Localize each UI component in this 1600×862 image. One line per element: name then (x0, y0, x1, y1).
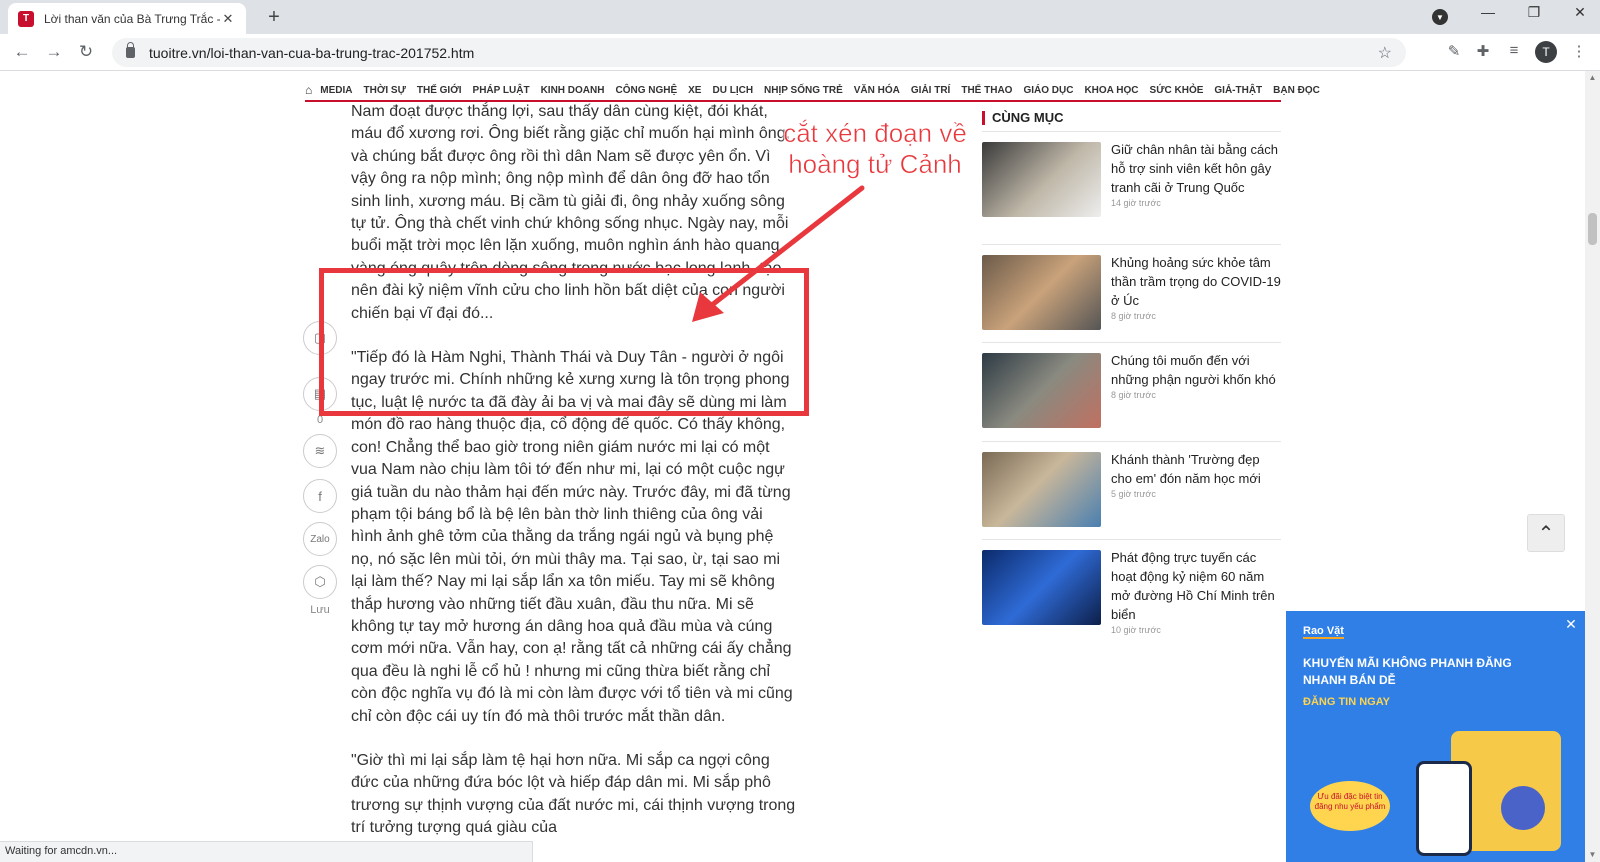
scroll-down-arrow-icon[interactable]: ▼ (1585, 848, 1600, 862)
nav-gia-that[interactable]: GIẢ-THẬT (1214, 85, 1262, 96)
related-article[interactable]: Phát động trực tuyến các hoạt động kỷ ni… (982, 539, 1281, 649)
nav-ban-doc[interactable]: BẠN ĐỌC (1273, 85, 1320, 96)
save-box-icon[interactable]: ⬡ (303, 565, 337, 599)
zalo-share-button[interactable]: Zalo (303, 522, 337, 556)
nav-suc-khoe[interactable]: SỨC KHỎE (1150, 85, 1204, 96)
ad-cta[interactable]: ĐĂNG TIN NGAY (1303, 696, 1390, 708)
nav-xe[interactable]: XE (688, 85, 701, 96)
annotation-caption: cắt xén đoạn về hoàng tử Cảnh (783, 118, 967, 180)
ad-person-icon (1501, 786, 1545, 830)
reload-icon[interactable]: ↻ (74, 40, 98, 64)
related-article[interactable]: Chúng tôi muốn đến với những phận người … (982, 342, 1281, 441)
related-article[interactable]: Khủng hoảng sức khỏe tâm thần trầm trọng… (982, 244, 1281, 342)
nav-the-gioi[interactable]: THẾ GIỚI (417, 85, 462, 96)
related-time: 8 giờ trước (1111, 311, 1156, 321)
scroll-up-arrow-icon[interactable]: ▲ (1585, 71, 1600, 85)
browser-menu-kebab-icon[interactable]: ⋮ (1568, 42, 1590, 60)
related-title[interactable]: Phát động trực tuyến các hoạt động kỷ ni… (1111, 548, 1281, 624)
related-title[interactable]: Khánh thành 'Trường đẹp cho em' đón năm … (1111, 450, 1281, 488)
reading-list-icon[interactable]: ≡ (1503, 42, 1525, 59)
related-title[interactable]: Khủng hoảng sức khỏe tâm thần trầm trọng… (1111, 253, 1281, 310)
related-thumbnail[interactable] (982, 452, 1101, 527)
related-time: 5 giờ trước (1111, 489, 1156, 499)
nav-media[interactable]: MEDIA (320, 85, 352, 96)
nav-the-thao[interactable]: THỂ THAO (961, 85, 1012, 96)
related-time: 8 giờ trước (1111, 390, 1156, 400)
tab-close-icon[interactable]: ✕ (220, 11, 236, 27)
tuoitre-favicon-icon: T (18, 10, 34, 27)
profile-menu-icon[interactable]: ▼ (1432, 9, 1448, 25)
ad-logo: Rao Vặt (1303, 625, 1344, 639)
nav-kinh-doanh[interactable]: KINH DOANH (541, 85, 605, 96)
related-thumbnail[interactable] (982, 550, 1101, 625)
related-title[interactable]: Giữ chân nhân tài bằng cách hỗ trợ sinh … (1111, 140, 1281, 197)
close-window-icon[interactable]: ✕ (1565, 4, 1595, 21)
related-section-heading: CÙNG MỤC (982, 111, 1064, 125)
nav-du-lich[interactable]: DU LỊCH (712, 85, 753, 96)
page-scrollbar[interactable]: ▲ ▼ (1585, 71, 1600, 862)
forward-arrow-icon[interactable]: → (42, 40, 66, 64)
url-text[interactable]: tuoitre.vn/loi-than-van-cua-ba-trung-tra… (149, 45, 1378, 61)
article-body: Nam đoạt được thắng lợi, sau thấy dân cù… (351, 101, 797, 862)
back-arrow-icon[interactable]: ← (10, 40, 34, 64)
ad-phone-icon (1416, 761, 1472, 856)
browser-tab-strip: T Lời than văn của Bà Trưng Trắc - ✕ + ▼… (0, 0, 1600, 34)
annotation-highlight-box (319, 268, 809, 416)
related-title[interactable]: Chúng tôi muốn đến với những phận người … (1111, 351, 1281, 389)
extension-pen-icon[interactable]: ✎ (1443, 42, 1465, 60)
layers-share-icon[interactable]: ≋ (303, 434, 337, 468)
site-category-nav: ⌂ MEDIA THỜI SỰ THẾ GIỚI PHÁP LUẬT KINH … (305, 80, 1320, 102)
nav-nhip-song-tre[interactable]: NHỊP SỐNG TRẺ (764, 85, 843, 96)
nav-giao-duc[interactable]: GIÁO DỤC (1023, 85, 1073, 96)
lock-icon[interactable] (126, 42, 135, 58)
bookmark-star-icon[interactable]: ☆ (1378, 43, 1392, 63)
related-articles-list: Giữ chân nhân tài bằng cách hỗ trợ sinh … (982, 131, 1281, 649)
related-article[interactable]: Khánh thành 'Trường đẹp cho em' đón năm … (982, 441, 1281, 539)
related-thumbnail[interactable] (982, 353, 1101, 428)
restore-window-icon[interactable]: ❐ (1519, 4, 1549, 21)
profile-avatar[interactable]: T (1535, 41, 1557, 63)
scroll-thumb[interactable] (1588, 213, 1597, 245)
home-icon[interactable]: ⌂ (305, 83, 312, 97)
nav-giai-tri[interactable]: GIẢI TRÍ (911, 85, 950, 96)
related-time: 14 giờ trước (1111, 198, 1161, 208)
browser-status-bar: Waiting for amcdn.vn... (0, 841, 533, 862)
save-label: Lưu (310, 604, 330, 616)
nav-thoi-su[interactable]: THỜI SỰ (363, 85, 405, 96)
nav-phap-luat[interactable]: PHÁP LUẬT (473, 85, 530, 96)
ad-headline: KHUYẾN MÃI KHÔNG PHANH ĐĂNG NHANH BÁN DỄ (1303, 656, 1512, 687)
scroll-to-top-chevron-up-icon[interactable]: ⌃ (1527, 514, 1565, 552)
address-bar[interactable]: tuoitre.vn/loi-than-van-cua-ba-trung-tra… (112, 38, 1406, 67)
browser-tab-active[interactable]: T Lời than văn của Bà Trưng Trắc - ✕ (8, 3, 246, 34)
new-tab-plus-icon[interactable]: + (262, 6, 286, 29)
nav-khoa-hoc[interactable]: KHOA HỌC (1084, 85, 1138, 96)
related-article[interactable]: Giữ chân nhân tài bằng cách hỗ trợ sinh … (982, 131, 1281, 244)
article-paragraph-3: "Giờ thì mi lại sắp làm tệ hại hơn nữa. … (351, 751, 796, 837)
related-thumbnail[interactable] (982, 255, 1101, 330)
ad-promo-bubble: Ưu đãi đặc biệt tin đăng nhu yếu phẩm (1310, 781, 1390, 831)
extensions-puzzle-icon[interactable]: ✚ (1472, 42, 1494, 60)
minimize-window-icon[interactable]: — (1473, 4, 1503, 20)
facebook-icon[interactable]: f (303, 479, 337, 513)
nav-van-hoa[interactable]: VĂN HÓA (854, 85, 900, 96)
nav-cong-nghe[interactable]: CÔNG NGHỆ (615, 85, 677, 96)
rao-vat-banner-ad[interactable]: Rao Vặt ✕ KHUYẾN MÃI KHÔNG PHANH ĐĂNG NH… (1286, 611, 1586, 862)
browser-toolbar: ← → ↻ tuoitre.vn/loi-than-van-cua-ba-tru… (0, 34, 1600, 71)
ad-close-icon[interactable]: ✕ (1560, 613, 1582, 635)
related-thumbnail[interactable] (982, 142, 1101, 217)
tab-title: Lời than văn của Bà Trưng Trắc - (44, 11, 220, 26)
related-time: 10 giờ trước (1111, 625, 1161, 635)
